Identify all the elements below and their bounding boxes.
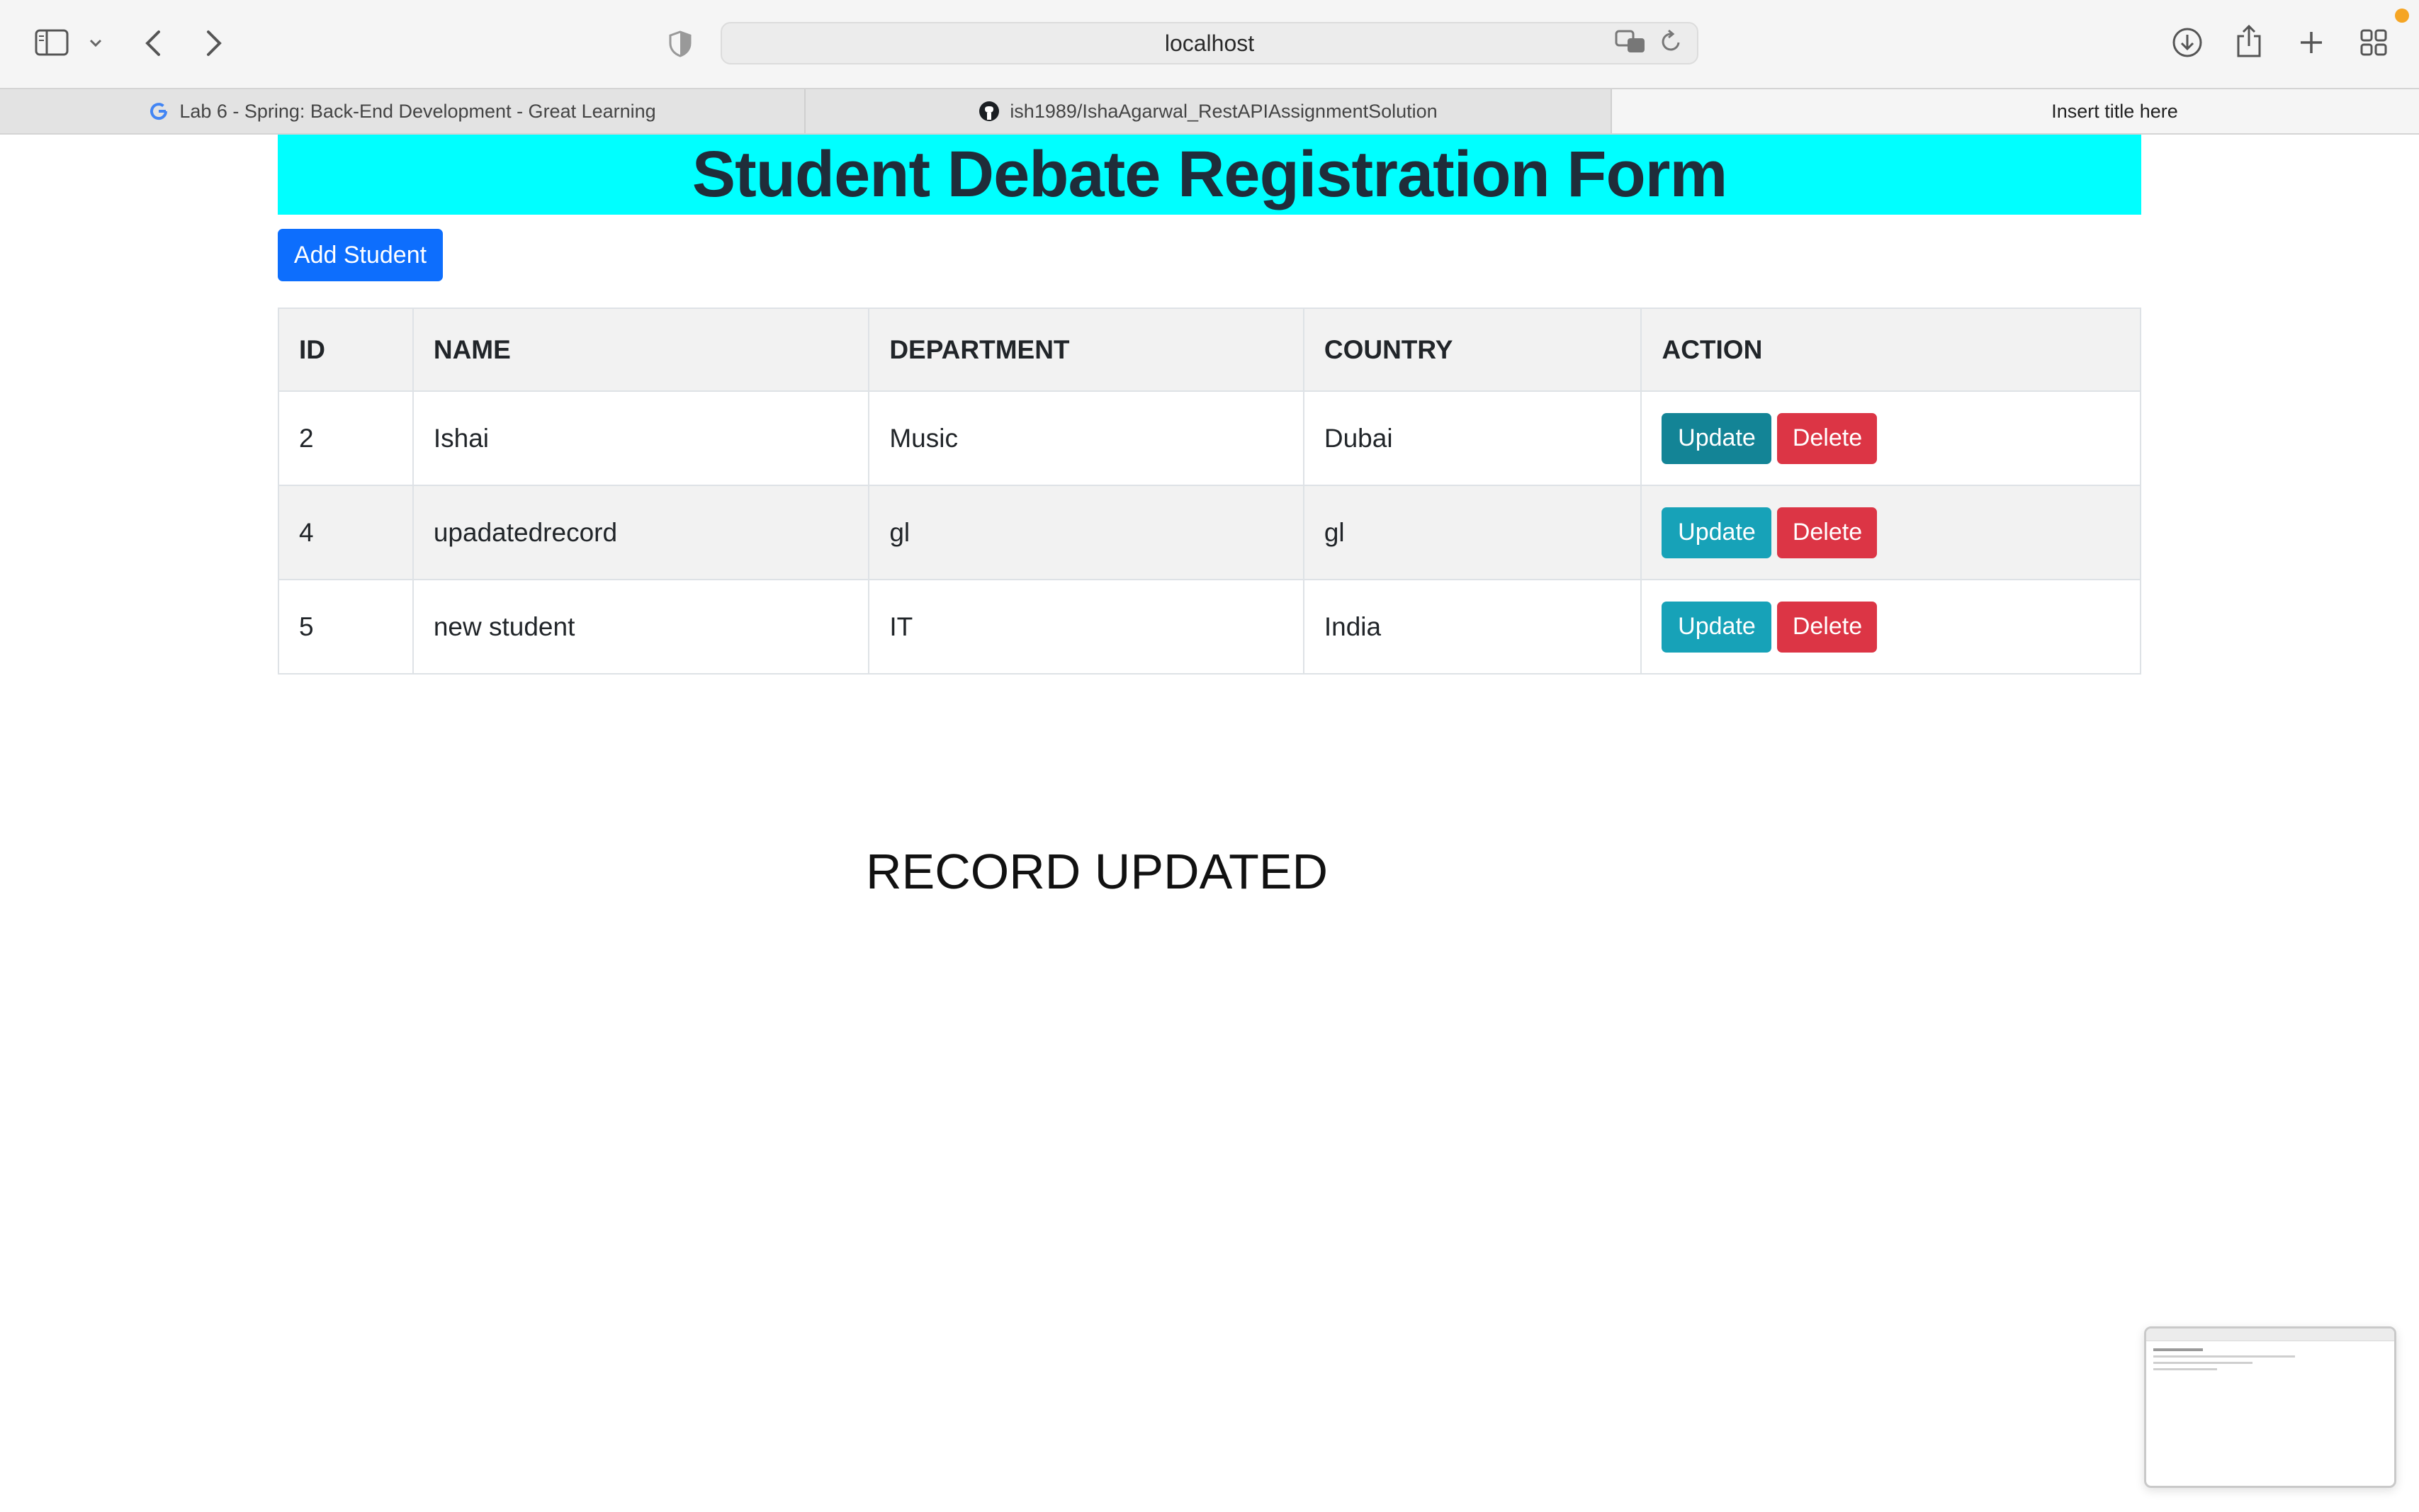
cell-action: Update Delete [1640,390,2141,486]
table-row: 5 new student IT India Update Delete [278,579,2141,675]
tab-strip: Lab 6 - Spring: Back-End Development - G… [0,88,2419,135]
cell-id: 4 [278,485,414,580]
cell-action: Update Delete [1640,485,2141,580]
page-title: Student Debate Registration Form [692,138,1728,210]
back-icon[interactable] [139,27,167,60]
forward-icon[interactable] [200,27,228,60]
cell-department: Music [868,390,1304,486]
page-content: Student Debate Registration Form Add Stu… [0,135,2419,1512]
browser-tab-active[interactable]: Insert title here [1612,89,2419,133]
table-row: 4 upadatedrecord gl gl Update Delete [278,485,2141,580]
cell-country: gl [1302,485,1642,580]
reload-icon[interactable] [1660,29,1683,57]
add-student-button[interactable]: Add Student [278,229,443,281]
thumbnail-line [2153,1348,2203,1351]
delete-button[interactable]: Delete [1777,507,1878,558]
browser-toolbar: localhost [0,0,2419,88]
cell-country: India [1302,579,1642,675]
tab-label: Lab 6 - Spring: Back-End Development - G… [179,100,656,122]
header-banner: Student Debate Registration Form [278,135,2141,215]
column-header-country: COUNTRY [1302,308,1642,392]
sidebar-icon[interactable] [33,27,71,58]
shield-icon[interactable] [666,28,694,60]
screenshot-thumbnail[interactable] [2144,1326,2396,1488]
cell-id: 5 [278,579,414,675]
cell-name: upadatedrecord [412,485,870,580]
chevron-down-icon[interactable] [86,34,105,52]
column-header-action: ACTION [1640,308,2141,392]
column-header-id: ID [278,308,414,392]
column-header-name: NAME [412,308,870,392]
column-header-department: DEPARTMENT [868,308,1304,392]
cell-name: Ishai [412,390,870,486]
cell-id: 2 [278,390,414,486]
thumbnail-line [2153,1368,2217,1370]
table-header-row: ID NAME DEPARTMENT COUNTRY ACTION [278,308,2141,392]
translate-icon[interactable] [1615,30,1646,57]
cell-name: new student [412,579,870,675]
thumbnail-line [2153,1362,2252,1364]
update-button[interactable]: Update [1662,412,1772,464]
cell-action: Update Delete [1640,579,2141,675]
plus-icon[interactable] [2296,27,2327,58]
tab-label: Insert title here [2051,100,2178,122]
url-text: localhost [1164,30,1255,56]
update-button[interactable]: Update [1662,601,1772,653]
students-table: ID NAME DEPARTMENT COUNTRY ACTION 2 Isha… [278,308,2141,675]
update-button[interactable]: Update [1662,507,1772,558]
cell-country: Dubai [1302,390,1642,486]
browser-tab-github[interactable]: ish1989/IshaAgarwal_RestAPIAssignmentSol… [806,89,1612,133]
status-message: RECORD UPDATED [866,844,1329,899]
delete-button[interactable]: Delete [1777,412,1878,464]
cell-department: gl [868,485,1304,580]
delete-button[interactable]: Delete [1777,601,1878,653]
thumbnail-line [2153,1355,2295,1358]
share-icon[interactable] [2233,23,2265,60]
google-g-icon [148,101,169,122]
notification-dot [2395,9,2409,23]
address-bar[interactable]: localhost [721,22,1698,64]
thumbnail-toolbar [2146,1328,2394,1341]
tab-overview-icon[interactable] [2358,27,2389,58]
browser-tab-great-learning[interactable]: Lab 6 - Spring: Back-End Development - G… [0,89,806,133]
download-icon[interactable] [2171,26,2204,60]
table-row: 2 Ishai Music Dubai Update Delete [278,390,2141,486]
github-icon [979,101,1000,122]
cell-department: IT [868,579,1304,675]
tab-label: ish1989/IshaAgarwal_RestAPIAssignmentSol… [1010,100,1438,122]
